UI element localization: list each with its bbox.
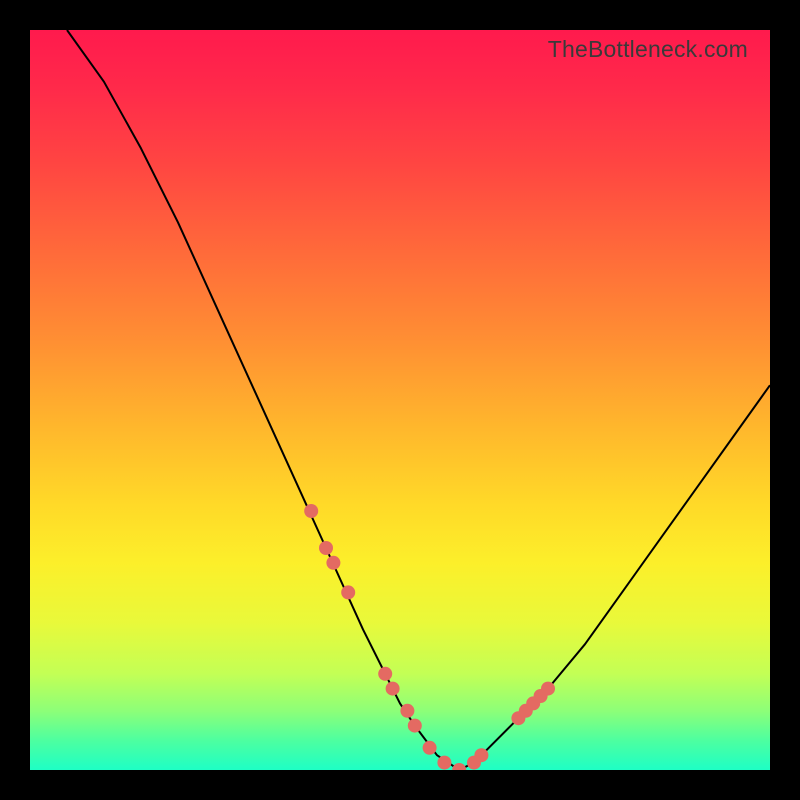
highlight-dot <box>341 585 355 599</box>
highlight-dot <box>304 504 318 518</box>
plot-area: TheBottleneck.com <box>30 30 770 770</box>
highlight-dot <box>386 682 400 696</box>
highlight-dot <box>423 741 437 755</box>
highlight-dot <box>541 682 555 696</box>
highlight-dots-group <box>304 504 555 770</box>
highlight-dot <box>319 541 333 555</box>
highlight-dot <box>378 667 392 681</box>
bottleneck-curve <box>67 30 770 770</box>
chart-frame: TheBottleneck.com <box>20 20 780 780</box>
highlight-dot <box>408 719 422 733</box>
curve-layer <box>30 30 770 770</box>
highlight-dot <box>437 756 451 770</box>
highlight-dot <box>400 704 414 718</box>
highlight-dot <box>474 748 488 762</box>
highlight-dot <box>326 556 340 570</box>
watermark-text: TheBottleneck.com <box>548 36 748 63</box>
highlight-dot <box>452 763 466 770</box>
